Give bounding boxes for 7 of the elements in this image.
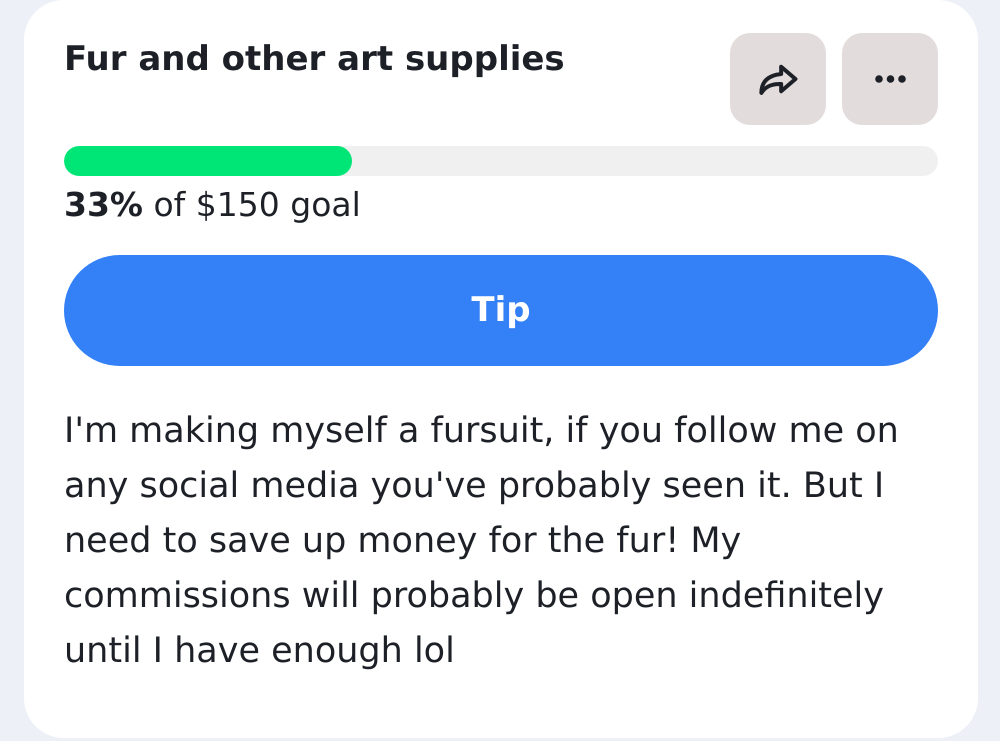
goal-description: I'm making myself a fursuit, if you follow me on any social media you've probably seen it. But I need to save up money for the fur! My commissions will probably be open indefinitely until I have enough lol — [64, 410, 900, 673]
tip-button[interactable]: Tip — [64, 254, 938, 366]
more-icon — [874, 75, 906, 83]
goal-caption: 33% of $150 goal — [64, 184, 362, 226]
share-button[interactable] — [730, 33, 826, 125]
goal-title: Fur and other art supplies — [64, 39, 565, 80]
share-arrow-icon — [758, 63, 798, 95]
